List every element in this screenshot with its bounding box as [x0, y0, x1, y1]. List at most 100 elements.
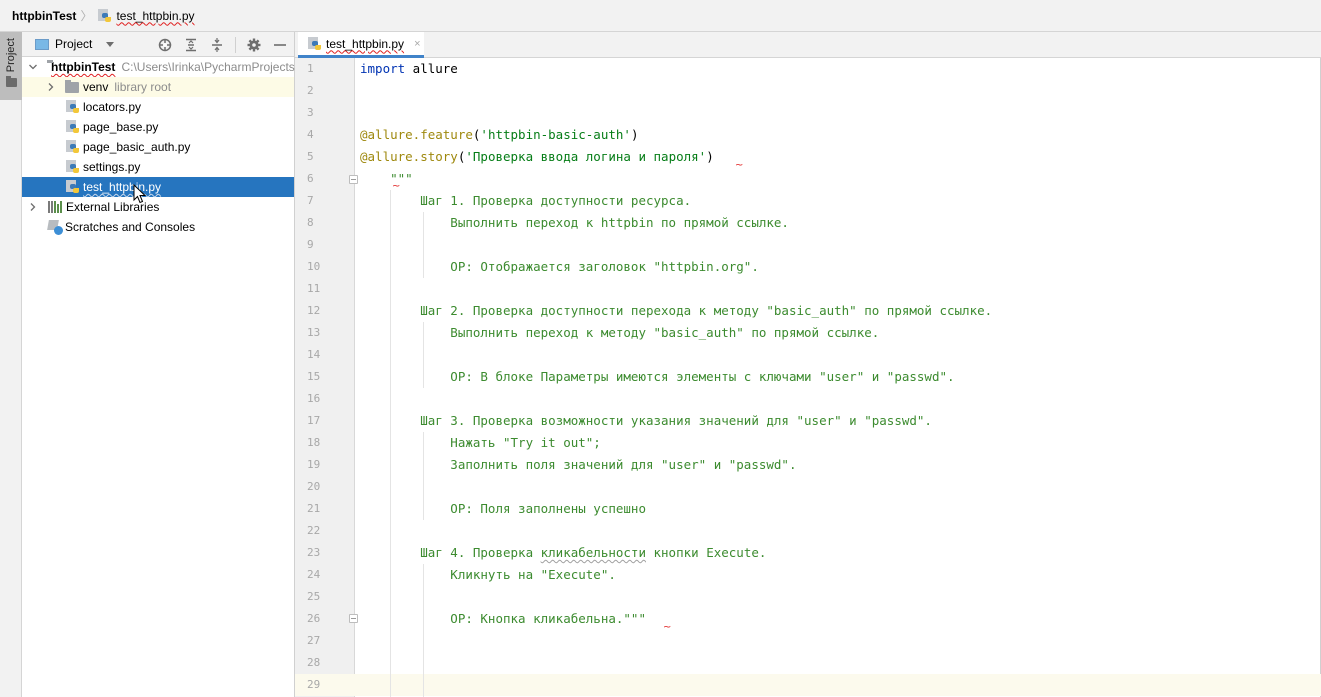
tree-item-venv[interactable]: venv library root — [22, 77, 294, 97]
code-token: @allure.story — [360, 149, 458, 164]
code-line: Шаг 2. Проверка доступности перехода к м… — [360, 300, 992, 322]
tree-item-file[interactable]: page_basic_auth.py — [22, 137, 294, 157]
fold-marker[interactable] — [349, 614, 358, 623]
tree-item-external-libraries[interactable]: External Libraries — [22, 197, 294, 217]
chevron-right-icon[interactable] — [28, 202, 38, 212]
tree-item-label: locators.py — [83, 100, 142, 114]
tree-item-file[interactable]: page_base.py — [22, 117, 294, 137]
code-line: ОР: Отображается заголовок "httpbin.org"… — [360, 256, 759, 278]
code-token: ) — [706, 149, 714, 164]
code-token: кликабельности — [540, 545, 646, 560]
code-line: ОР: Кнопка кликабельна.""" — [360, 608, 646, 630]
line-number: 10 — [307, 260, 321, 273]
code-line: ОР: В блоке Параметры имеются элементы с… — [360, 366, 955, 388]
line-number: 12 — [307, 304, 321, 317]
tree-item-label: page_base.py — [83, 120, 159, 134]
tree-item-file-selected[interactable]: test_httpbin.py — [22, 177, 294, 197]
line-number: 6 — [307, 172, 314, 185]
line-number: 18 — [307, 436, 321, 449]
tab-test-httpbin[interactable]: test_httpbin.py × — [298, 32, 424, 58]
line-number: 17 — [307, 414, 321, 427]
collapse-all-icon[interactable] — [209, 37, 225, 53]
code-token: ОР: В блоке Параметры имеются элементы с… — [360, 369, 955, 384]
code-line: Кликнуть на "Execute". — [360, 564, 616, 586]
python-file-icon — [66, 160, 80, 174]
line-number: 11 — [307, 282, 321, 295]
line-number: 27 — [307, 634, 321, 647]
tree-item-label: settings.py — [83, 160, 141, 174]
code-token: ОР: Поля заполнены успешно — [360, 501, 646, 516]
locate-icon[interactable] — [157, 37, 173, 53]
code-token: """ — [360, 171, 413, 186]
code-line: Шаг 4. Проверка кликабельности кнопки Ex… — [360, 542, 766, 564]
project-tool-button[interactable]: Project — [0, 32, 22, 100]
fold-marker[interactable] — [349, 175, 358, 184]
chevron-down-icon[interactable] — [106, 41, 115, 47]
code-line: Шаг 3. Проверка возможности указания зна… — [360, 410, 932, 432]
code-line: Заполнить поля значений для "user" и "pa… — [360, 454, 796, 476]
tree-item-label: test_httpbin.py — [83, 180, 162, 194]
folder-icon — [65, 79, 79, 93]
scratches-icon — [47, 220, 63, 235]
line-number: 14 — [307, 348, 321, 361]
tree-item-file[interactable]: locators.py — [22, 97, 294, 117]
mouse-cursor-icon — [133, 184, 147, 204]
line-number: 3 — [307, 106, 314, 119]
tree-item-project-root[interactable]: httpbinTest C:\Users\Irinka\PycharmProje… — [22, 57, 295, 77]
chevron-down-icon[interactable] — [28, 62, 38, 72]
code-token: Выполнить переход к методу "basic_auth" … — [360, 325, 880, 340]
tree-item-label: venv — [83, 80, 109, 94]
code-token: allure — [405, 61, 458, 76]
line-number: 26 — [307, 612, 321, 625]
folder-icon — [5, 76, 17, 88]
code-token: Кликнуть на "Execute". — [360, 567, 616, 582]
code-line: ОР: Поля заполнены успешно — [360, 498, 646, 520]
code-token: ) — [630, 127, 639, 142]
tree-item-label: Scratches and Consoles — [65, 220, 196, 234]
code-token: 'Проверка ввода логина и пароля' — [465, 149, 707, 164]
line-number: 16 — [307, 392, 321, 405]
line-number: 21 — [307, 502, 321, 515]
line-number: 7 — [307, 194, 314, 207]
warning-squiggle: ~ — [735, 160, 744, 171]
project-toolbar — [157, 32, 288, 57]
pycharm-window: httpbinTest 〉 test_httpbin.py Project Pr… — [0, 0, 1321, 697]
tree-item-scratches[interactable]: Scratches and Consoles — [22, 217, 294, 237]
breadcrumb-file-label: test_httpbin.py — [116, 8, 195, 23]
expand-all-icon[interactable] — [183, 37, 199, 53]
gear-icon[interactable] — [246, 37, 262, 53]
indent-guide — [390, 190, 391, 697]
tree-item-path: C:\Users\Irinka\PycharmProjects — [121, 60, 295, 74]
warning-squiggle: ~ — [663, 622, 672, 633]
line-number: 5 — [307, 150, 314, 163]
breadcrumb-separator: 〉 — [80, 9, 93, 23]
toolbar-separator — [235, 36, 236, 53]
code-line: Выполнить переход к httpbin по прямой сс… — [360, 212, 789, 234]
line-number: 4 — [307, 128, 314, 141]
line-number: 15 — [307, 370, 321, 383]
breadcrumb-file[interactable]: test_httpbin.py — [98, 8, 195, 23]
breadcrumb-project[interactable]: httpbinTest — [12, 9, 76, 23]
code-token: кнопки Execute. — [645, 545, 767, 560]
editor-tab-bar: test_httpbin.py × — [295, 32, 1321, 58]
line-number: 1 — [307, 62, 314, 75]
hide-icon[interactable] — [272, 37, 288, 53]
python-file-icon — [66, 180, 80, 194]
code-token: Шаг 4. Проверка — [360, 545, 541, 560]
code-token: Шаг 2. Проверка доступности перехода к м… — [360, 303, 993, 318]
code-line: @allure.feature('httpbin-basic-auth') — [360, 124, 638, 146]
python-file-icon — [66, 140, 80, 154]
code-token: Шаг 1. Проверка доступности ресурса. — [360, 193, 692, 208]
close-icon[interactable]: × — [414, 38, 420, 50]
line-number: 25 — [307, 590, 321, 603]
tree-item-label: page_basic_auth.py — [83, 140, 191, 154]
chevron-right-icon[interactable] — [46, 82, 56, 92]
project-view-title[interactable]: Project — [55, 37, 92, 51]
project-tool-label: Project — [5, 38, 17, 73]
tree-item-file[interactable]: settings.py — [22, 157, 294, 177]
line-number: 24 — [307, 568, 321, 581]
line-number: 22 — [307, 524, 321, 537]
project-panel-header: Project — [22, 32, 294, 57]
code-token: Нажать "Try it out"; — [360, 435, 601, 450]
line-number: 13 — [307, 326, 321, 339]
